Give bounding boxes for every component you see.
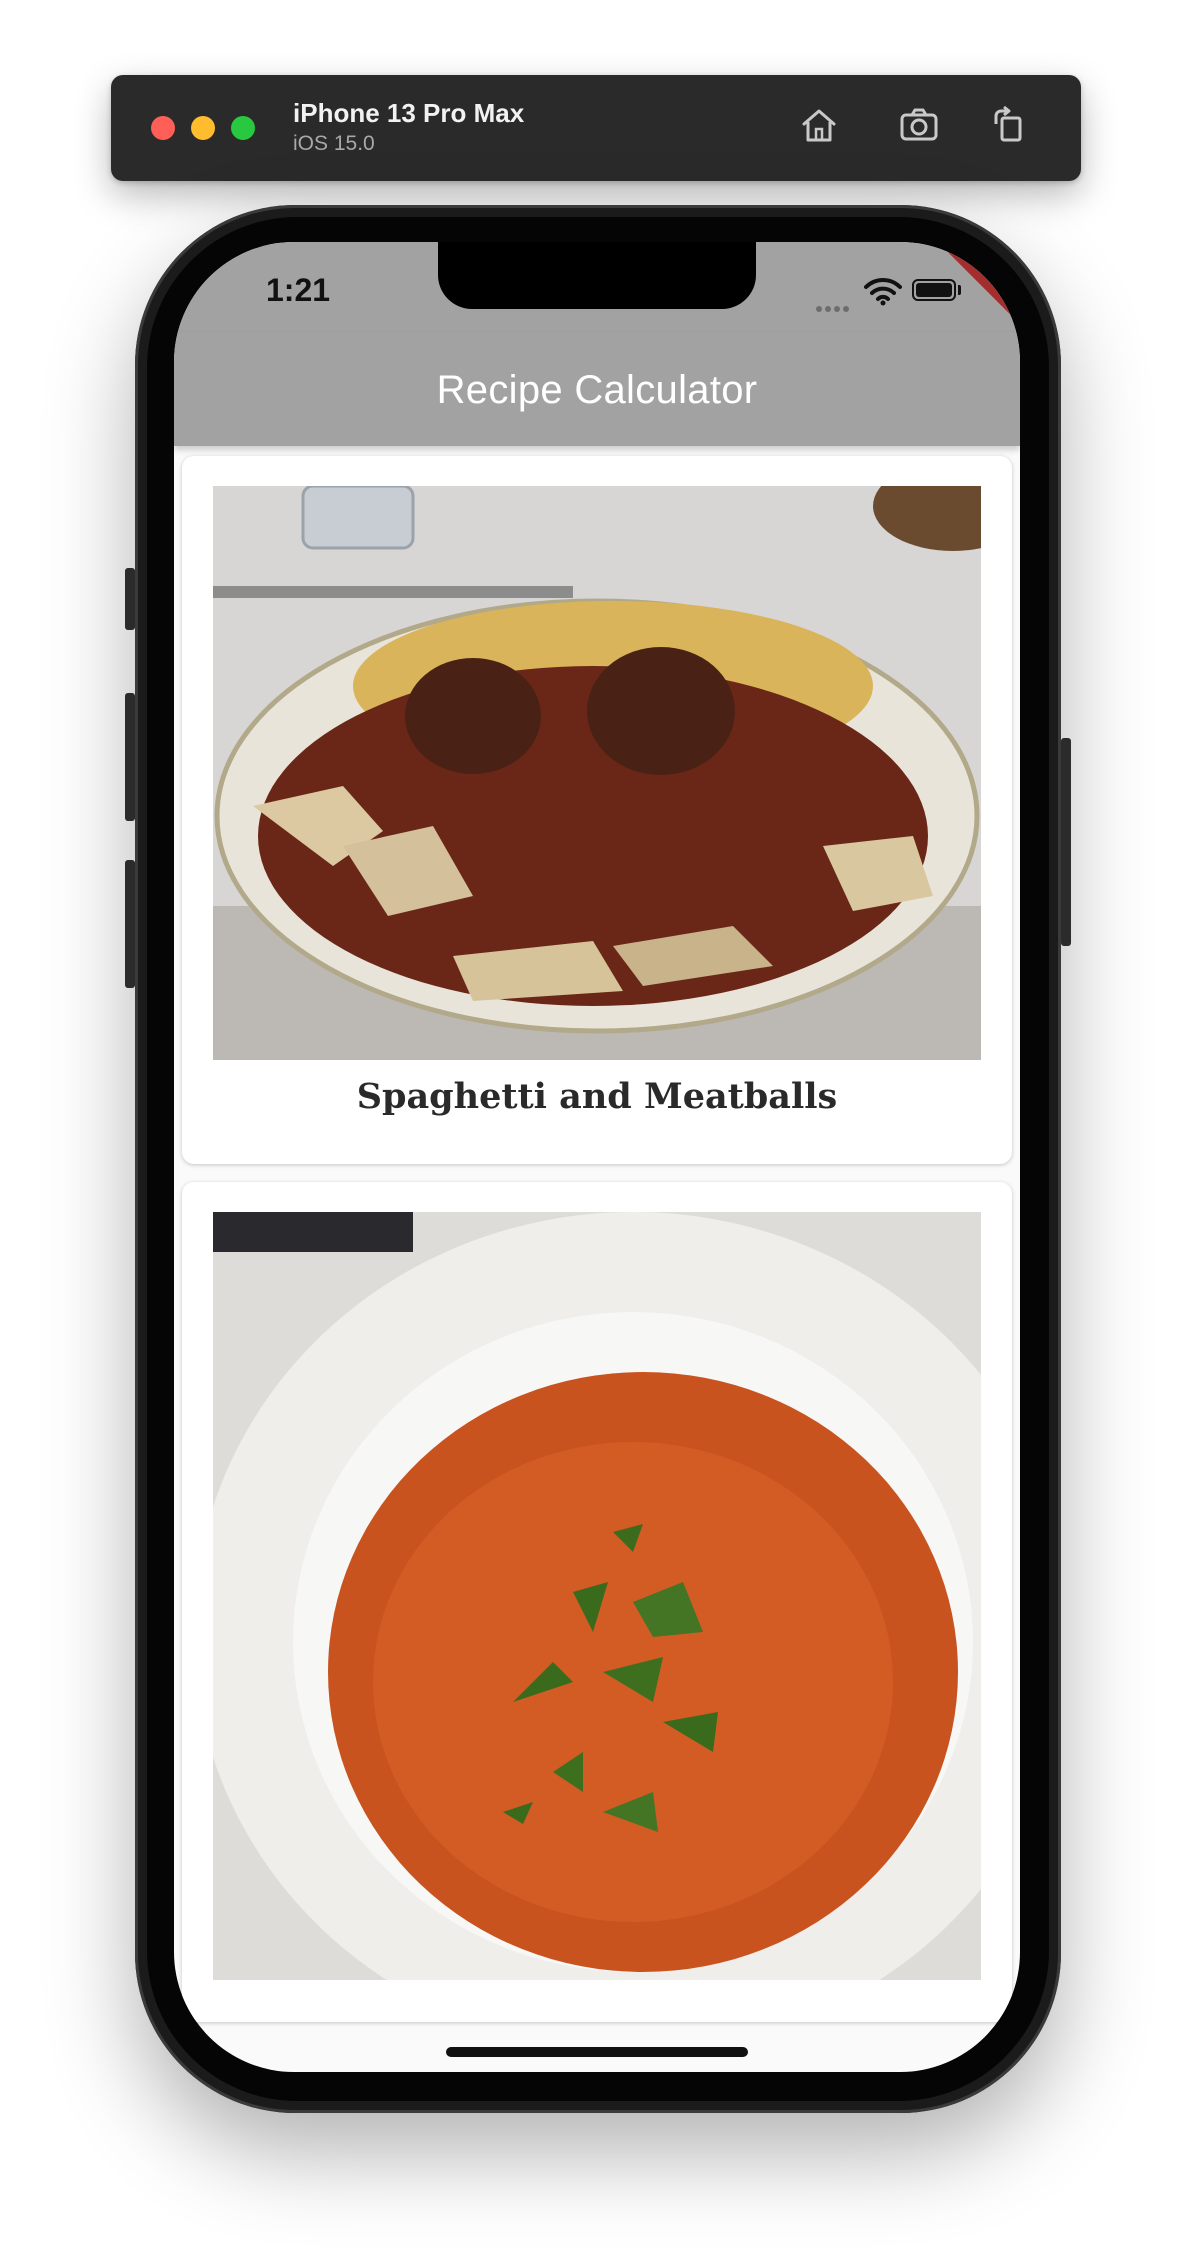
notch	[438, 242, 756, 309]
wifi-icon	[864, 276, 902, 306]
home-icon[interactable]	[798, 104, 840, 146]
tomato-soup-photo	[213, 1212, 981, 1980]
zoom-window-button[interactable]	[231, 116, 255, 140]
battery-icon	[912, 279, 956, 301]
mute-switch	[125, 568, 135, 630]
recipe-card[interactable]: Spaghetti and Meatballs	[182, 456, 1012, 1164]
signal-dots-icon	[816, 299, 852, 317]
minimize-window-button[interactable]	[191, 116, 215, 140]
volume-up-button	[125, 693, 135, 821]
simulator-os-version: iOS 15.0	[293, 132, 375, 155]
close-window-button[interactable]	[151, 116, 175, 140]
screenshot-icon[interactable]	[898, 104, 940, 146]
app-bar: Recipe Calculator	[174, 332, 1020, 446]
recipe-title: Spaghetti and Meatballs	[356, 1076, 838, 1117]
rotate-icon[interactable]	[988, 104, 1030, 146]
phone-screen: Spaghetti and Meatballs Recipe Calculato…	[174, 242, 1020, 2072]
power-button	[1061, 738, 1071, 946]
spaghetti-meatballs-photo	[213, 486, 981, 1060]
simulator-device-name: iPhone 13 Pro Max	[293, 98, 525, 128]
app-title: Recipe Calculator	[436, 368, 758, 412]
battery-tip	[958, 285, 961, 295]
home-indicator[interactable]	[446, 2047, 748, 2057]
volume-down-button	[125, 860, 135, 988]
status-time: 1:21	[266, 272, 331, 308]
recipe-card[interactable]	[182, 1182, 1012, 2022]
